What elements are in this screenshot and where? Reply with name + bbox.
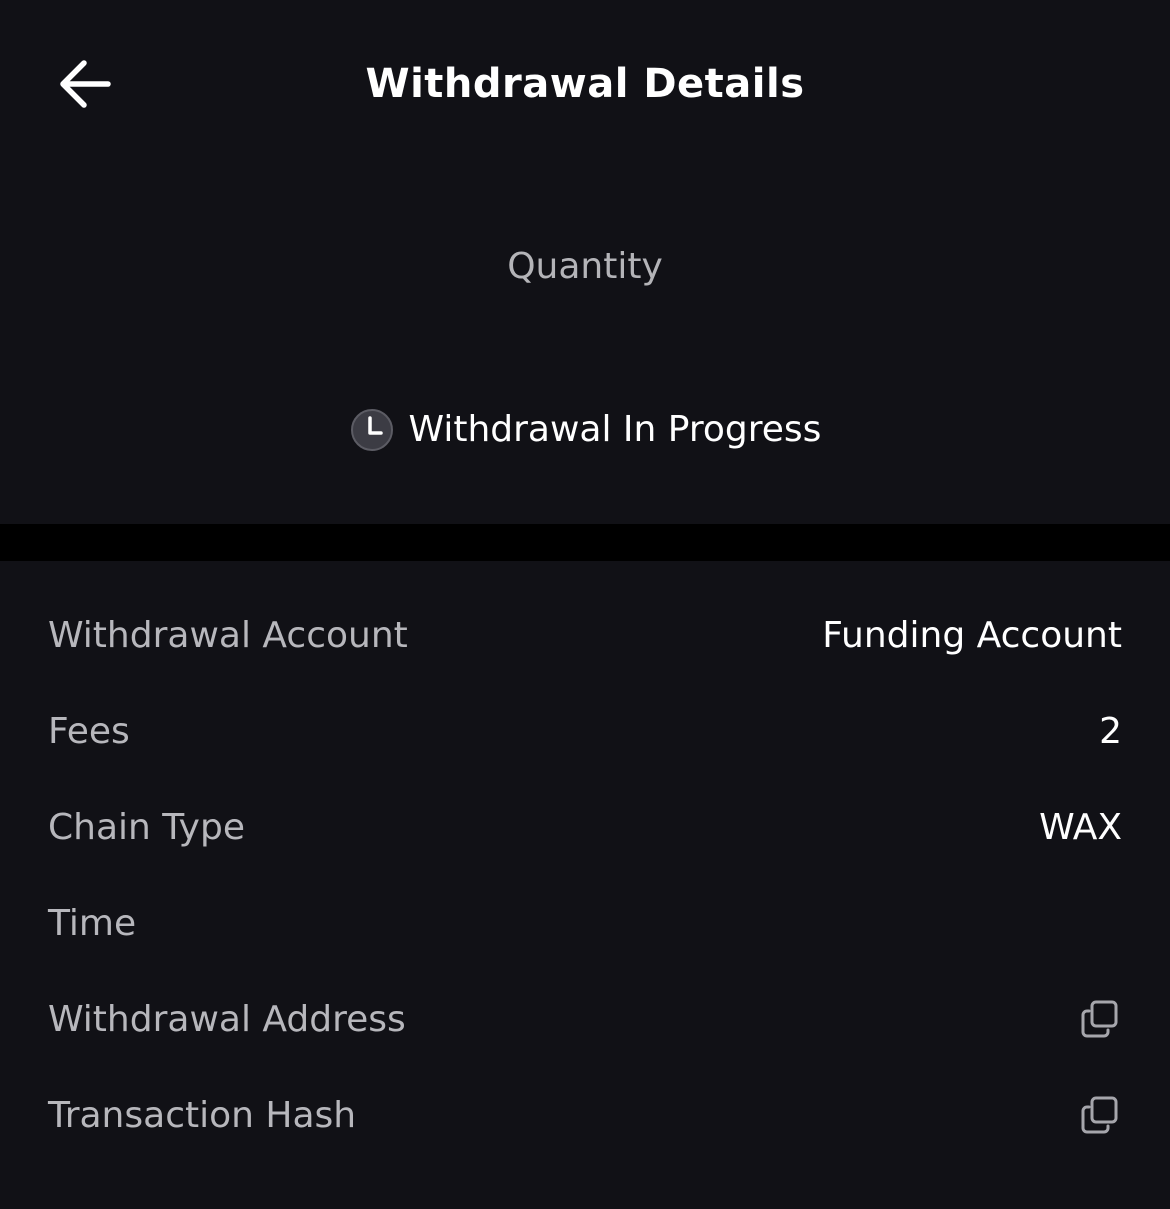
status-text: Withdrawal In Progress <box>408 409 822 450</box>
detail-label: Time <box>48 902 137 944</box>
detail-label: Withdrawal Address <box>48 998 406 1040</box>
detail-row-fees: Fees 2 <box>0 683 1170 779</box>
detail-row-withdrawal-account: Withdrawal Account Funding Account <box>0 587 1170 683</box>
details-list: Withdrawal Account Funding Account Fees … <box>0 587 1170 1163</box>
detail-row-chain-type: Chain Type WAX <box>0 779 1170 875</box>
detail-label: Fees <box>48 710 130 752</box>
app-header: Withdrawal Details <box>0 0 1170 170</box>
quantity-label: Quantity <box>507 246 663 287</box>
detail-row-time: Time <box>0 875 1170 971</box>
detail-label: Withdrawal Account <box>48 614 408 656</box>
detail-row-withdrawal-address: Withdrawal Address <box>0 971 1170 1067</box>
copy-hash-button[interactable] <box>1080 1095 1120 1135</box>
copy-address-button[interactable] <box>1080 999 1120 1039</box>
copy-icon <box>1081 1096 1118 1134</box>
detail-label: Transaction Hash <box>48 1094 357 1136</box>
withdrawal-status: Withdrawal In Progress <box>0 404 1170 456</box>
clock-icon <box>349 407 395 453</box>
section-divider <box>0 524 1170 561</box>
detail-label: Chain Type <box>48 806 245 848</box>
detail-row-transaction-hash: Transaction Hash <box>0 1067 1170 1163</box>
copy-icon <box>1081 1000 1118 1038</box>
detail-value: 2 <box>1099 710 1122 752</box>
detail-value: WAX <box>1039 806 1122 848</box>
detail-value: Funding Account <box>822 614 1122 656</box>
page-title: Withdrawal Details <box>365 61 805 107</box>
